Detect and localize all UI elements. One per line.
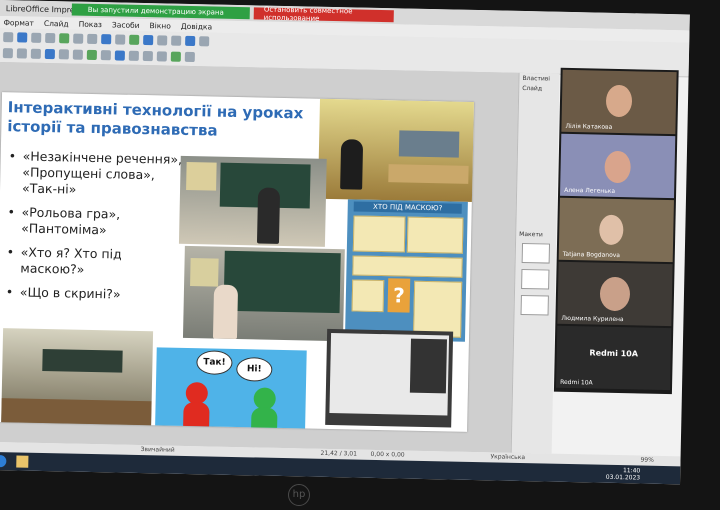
align-icon[interactable] xyxy=(142,51,153,62)
line-icon[interactable] xyxy=(30,48,41,59)
stop-sharing-button[interactable]: Остановить совместное использование xyxy=(253,6,394,23)
speech-bubble-yes: Так! xyxy=(196,350,233,375)
layouts-label[interactable]: Макети xyxy=(519,231,543,238)
language[interactable]: Українська xyxy=(490,453,525,461)
toolbar-row-1 xyxy=(3,30,210,48)
special-char-icon[interactable] xyxy=(171,35,182,46)
participant-face xyxy=(604,150,631,184)
select-icon[interactable] xyxy=(2,48,13,59)
slide-section-label[interactable]: Слайд xyxy=(522,85,542,92)
participant-tile[interactable]: Tatjana Bogdanova xyxy=(558,197,674,263)
view-mode: Звичайний xyxy=(140,446,175,454)
video-call-screenshot xyxy=(325,328,454,428)
mask-poster-title: ХТО ПІД МАСКОЮ? xyxy=(353,201,462,214)
system-tray-clock: 11:40 03.01.2023 xyxy=(605,467,641,482)
redo-icon[interactable] xyxy=(87,33,98,45)
green-person-icon xyxy=(253,387,276,410)
laptop-screen: LibreOffice Impress Вы запустили демонст… xyxy=(0,0,690,485)
speech-bubble-no: Ні! xyxy=(236,357,273,382)
find-icon[interactable] xyxy=(101,34,112,45)
save-icon[interactable] xyxy=(31,32,42,43)
menu-tools[interactable]: Засоби xyxy=(112,20,140,30)
rotate-icon[interactable] xyxy=(128,50,139,61)
slide-canvas[interactable]: Інтерактивні технології на уроках історі… xyxy=(0,92,474,432)
ellipse-icon[interactable] xyxy=(58,49,69,60)
video-participants-panel: Лілія Катакова Алена Легенька Tatjana Bo… xyxy=(553,67,679,395)
slide-title: Інтерактивні технології на уроках історі… xyxy=(7,98,304,140)
who-under-mask-poster: ХТО ПІД МАСКОЮ? ? xyxy=(344,199,468,342)
hp-logo: hp xyxy=(288,484,310,506)
link-icon[interactable] xyxy=(199,36,210,47)
participant-name: Redmi 10A xyxy=(560,378,593,387)
participant-tile[interactable]: Людмила Курилена xyxy=(557,261,673,327)
participant-face xyxy=(599,276,631,312)
image-icon[interactable] xyxy=(129,34,140,45)
shapes-icon[interactable] xyxy=(114,50,125,61)
menu-show[interactable]: Показ xyxy=(79,19,103,28)
chart-icon[interactable] xyxy=(143,35,154,46)
toolbar-row-2 xyxy=(2,46,195,64)
layout-thumb[interactable] xyxy=(521,268,550,290)
bullet-list: «Незакінчене речення», «Пропущені слова»… xyxy=(4,148,187,312)
share-banner-text: Вы запустили демонстрацию экрана xyxy=(87,5,224,17)
crop-icon[interactable] xyxy=(184,51,195,63)
bullet-item: «Що в скрині?» xyxy=(4,284,184,304)
open-icon[interactable] xyxy=(17,32,28,43)
textbox-icon[interactable] xyxy=(157,35,168,46)
group-activity-photo xyxy=(1,328,154,432)
menu-help[interactable]: Довідка xyxy=(181,21,212,31)
object-size: 0,00 x 0,00 xyxy=(370,450,405,459)
properties-sidebar: Властиві Слайд Макети xyxy=(510,72,560,454)
curve-icon[interactable] xyxy=(86,49,97,61)
table-icon[interactable] xyxy=(115,34,126,45)
zoom-level[interactable]: 99% xyxy=(640,457,653,464)
classroom-photo xyxy=(317,98,474,203)
layout-thumb[interactable] xyxy=(521,242,551,264)
bullet-item: «Рольова гра», «Пантоміма» xyxy=(5,204,186,240)
participant-name: Лілія Катакова xyxy=(565,122,613,131)
dialog-illustration: Так! Ні! xyxy=(155,347,307,431)
menu-format[interactable]: Формат xyxy=(3,18,34,28)
zoom-icon[interactable] xyxy=(16,48,27,59)
participant-device-label: Redmi 10A xyxy=(589,348,639,359)
student-at-board-photo xyxy=(178,155,327,247)
start-icon[interactable] xyxy=(0,454,7,468)
participant-name: Tatjana Bogdanova xyxy=(562,250,621,260)
arrow-icon[interactable] xyxy=(72,49,83,60)
slide-workarea: Інтерактивні технології на уроках історі… xyxy=(0,61,539,454)
fontwork-icon[interactable] xyxy=(185,35,196,47)
new-icon[interactable] xyxy=(3,32,14,43)
print-icon[interactable] xyxy=(45,32,56,44)
bullet-item: «Хто я? Хто під маскою?» xyxy=(4,244,185,280)
participant-name: Алена Легенька xyxy=(564,186,616,195)
question-mark-icon: ? xyxy=(387,278,411,313)
participant-tile[interactable]: Redmi 10A Redmi 10A xyxy=(556,325,672,391)
undo-icon[interactable] xyxy=(73,33,84,44)
red-person-icon xyxy=(185,381,209,405)
cursor-position: 21,42 / 3,01 xyxy=(320,449,358,458)
connector-icon[interactable] xyxy=(100,50,111,61)
rectangle-icon[interactable] xyxy=(44,48,55,60)
file-explorer-icon[interactable] xyxy=(16,455,29,468)
student-presenting-photo xyxy=(182,245,345,342)
participant-tile[interactable]: Лілія Катакова xyxy=(561,69,677,135)
shadow-icon[interactable] xyxy=(170,51,181,62)
export-icon[interactable] xyxy=(59,33,70,44)
clock-date: 03.01.2023 xyxy=(605,473,641,482)
participant-name: Людмила Курилена xyxy=(561,314,624,324)
arrange-icon[interactable] xyxy=(156,51,167,62)
participant-face xyxy=(605,84,633,118)
properties-label: Властиві xyxy=(522,74,551,83)
participant-face xyxy=(599,214,624,246)
participant-tile[interactable]: Алена Легенька xyxy=(560,133,676,199)
bullet-item: «Незакінчене речення», «Пропущені слова»… xyxy=(6,148,187,200)
layout-thumb[interactable] xyxy=(520,294,549,316)
menu-window[interactable]: Вікно xyxy=(150,21,171,30)
menu-slide[interactable]: Слайд xyxy=(44,18,69,28)
